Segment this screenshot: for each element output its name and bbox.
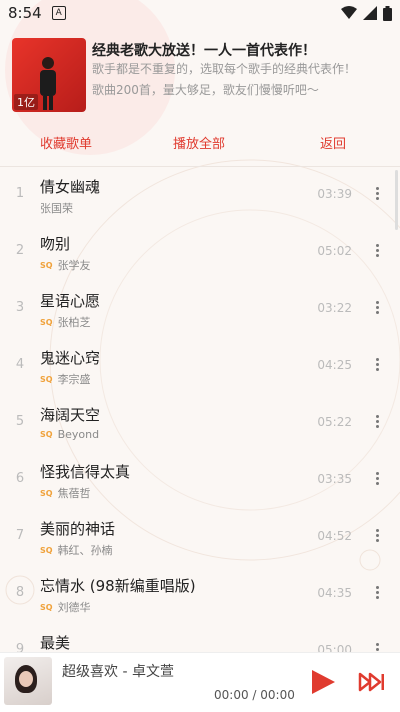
notification-a-icon: A (51, 6, 66, 20)
song-meta: SQ 张学友 (40, 257, 91, 273)
now-playing-time: 00:00 / 00:00 (214, 688, 295, 702)
song-duration: 03:39 (317, 187, 352, 201)
song-artist: 张学友 (57, 259, 91, 272)
singer-figure-icon (40, 57, 56, 110)
collect-playlist-button[interactable]: 收藏歌单 (40, 133, 92, 152)
more-options-icon[interactable] (372, 299, 382, 317)
wifi-icon (341, 6, 357, 19)
song-artist: 李宗盛 (57, 373, 91, 386)
sq-quality-badge: SQ (40, 602, 53, 612)
song-row[interactable]: 5 海阔天空 SQ Beyond 05:22 (0, 395, 400, 452)
song-duration: 05:22 (317, 415, 352, 429)
song-title: 鬼迷心窍 (40, 349, 101, 367)
song-meta: SQ 李宗盛 (40, 371, 91, 387)
more-options-icon[interactable] (372, 356, 382, 374)
song-meta: SQ 韩红、孙楠 (40, 542, 113, 558)
more-options-icon[interactable] (372, 641, 382, 652)
song-title: 倩女幽魂 (40, 178, 101, 196)
song-meta: 张国荣 (40, 200, 73, 216)
playlist-cover[interactable]: 1亿 (12, 38, 86, 112)
song-title: 吻别 (40, 235, 71, 253)
song-title: 怪我信得太真 (40, 463, 131, 481)
song-artist: 焦蓓哲 (57, 487, 91, 500)
scrollbar[interactable] (395, 170, 398, 230)
song-artist: 张柏芝 (57, 316, 91, 329)
song-index: 9 (15, 642, 25, 652)
song-index: 2 (15, 243, 25, 258)
sq-quality-badge: SQ (40, 488, 53, 498)
song-index: 7 (15, 528, 25, 543)
song-title: 美丽的神话 (40, 520, 116, 538)
more-options-icon[interactable] (372, 527, 382, 545)
song-artist: Beyond (57, 428, 100, 441)
more-options-icon[interactable] (372, 242, 382, 260)
song-index: 8 (15, 585, 25, 600)
song-title: 星语心愿 (40, 292, 101, 310)
song-list: 1 倩女幽魂 张国荣 03:39 2 吻别 SQ 张学友 05:02 3 星语心愿… (0, 167, 400, 652)
playlist-header: 1亿 经典老歌大放送！一人一首代表作！ 歌手都是不重复的，选取每个歌手的经典代表… (0, 26, 400, 126)
song-row[interactable]: 9 最美 05:00 (0, 623, 400, 652)
song-row[interactable]: 6 怪我信得太真 SQ 焦蓓哲 03:35 (0, 452, 400, 509)
signal-icon (363, 6, 377, 20)
playlist-title: 经典老歌大放送！一人一首代表作！ (92, 43, 316, 59)
more-options-icon[interactable] (372, 413, 382, 431)
song-artist: 韩红、孙楠 (57, 544, 113, 557)
now-playing-title: 超级喜欢 - 卓文萱 (62, 664, 174, 680)
song-duration: 03:35 (317, 472, 352, 486)
playlist-actions: 收藏歌单 播放全部 返回 (0, 133, 400, 157)
song-row[interactable]: 7 美丽的神话 SQ 韩红、孙楠 04:52 (0, 509, 400, 566)
back-button[interactable]: 返回 (320, 133, 346, 152)
song-duration: 04:52 (317, 529, 352, 543)
song-artist: 刘德华 (57, 601, 91, 614)
playlist-desc-line2: 歌曲200首，量大够足，歌友们慢慢听吧～ (92, 83, 319, 97)
sq-quality-badge: SQ (40, 430, 53, 439)
sq-quality-badge: SQ (40, 317, 53, 327)
artist-face-shape (19, 671, 33, 687)
status-bar: 8:54 A (0, 0, 400, 26)
song-artist: 张国荣 (40, 202, 73, 215)
song-duration: 05:02 (317, 244, 352, 258)
song-duration: 04:35 (317, 586, 352, 600)
song-duration: 04:25 (317, 358, 352, 372)
next-track-icon[interactable] (358, 672, 386, 692)
song-meta: SQ 焦蓓哲 (40, 485, 91, 501)
sq-quality-badge: SQ (40, 260, 53, 270)
play-count: 1亿 (14, 94, 38, 110)
song-row[interactable]: 2 吻别 SQ 张学友 05:02 (0, 224, 400, 281)
sq-quality-badge: SQ (40, 374, 53, 384)
playlist-description: 歌手都是不重复的，选取每个歌手的经典代表作！ 歌曲200首，量大够足，歌友们慢慢… (92, 59, 392, 101)
song-index: 6 (15, 471, 25, 486)
song-duration: 05:00 (317, 643, 352, 652)
sq-quality-badge: SQ (40, 545, 53, 555)
mini-player[interactable]: 超级喜欢 - 卓文萱 00:00 / 00:00 (0, 652, 400, 712)
song-title: 忘情水 (98新编重唱版) (40, 577, 196, 595)
song-title: 最美 (40, 634, 71, 652)
play-icon[interactable] (310, 669, 336, 695)
battery-icon (383, 5, 392, 21)
status-time: 8:54 (8, 4, 42, 22)
more-options-icon[interactable] (372, 470, 382, 488)
playlist-desc-line1: 歌手都是不重复的，选取每个歌手的经典代表作！ (92, 62, 357, 76)
play-all-button[interactable]: 播放全部 (173, 133, 225, 152)
song-index: 4 (15, 357, 25, 372)
song-meta: SQ Beyond (40, 428, 99, 441)
song-row[interactable]: 3 星语心愿 SQ 张柏芝 03:22 (0, 281, 400, 338)
song-index: 1 (15, 186, 25, 201)
song-meta: SQ 张柏芝 (40, 314, 91, 330)
song-row[interactable]: 4 鬼迷心窍 SQ 李宗盛 04:25 (0, 338, 400, 395)
song-index: 5 (15, 414, 25, 429)
more-options-icon[interactable] (372, 185, 382, 203)
now-playing-cover[interactable] (4, 657, 52, 705)
song-row[interactable]: 8 忘情水 (98新编重唱版) SQ 刘德华 04:35 (0, 566, 400, 623)
song-duration: 03:22 (317, 301, 352, 315)
song-meta: SQ 刘德华 (40, 599, 91, 615)
more-options-icon[interactable] (372, 584, 382, 602)
song-title: 海阔天空 (40, 406, 101, 424)
song-index: 3 (15, 300, 25, 315)
song-row[interactable]: 1 倩女幽魂 张国荣 03:39 (0, 167, 400, 224)
